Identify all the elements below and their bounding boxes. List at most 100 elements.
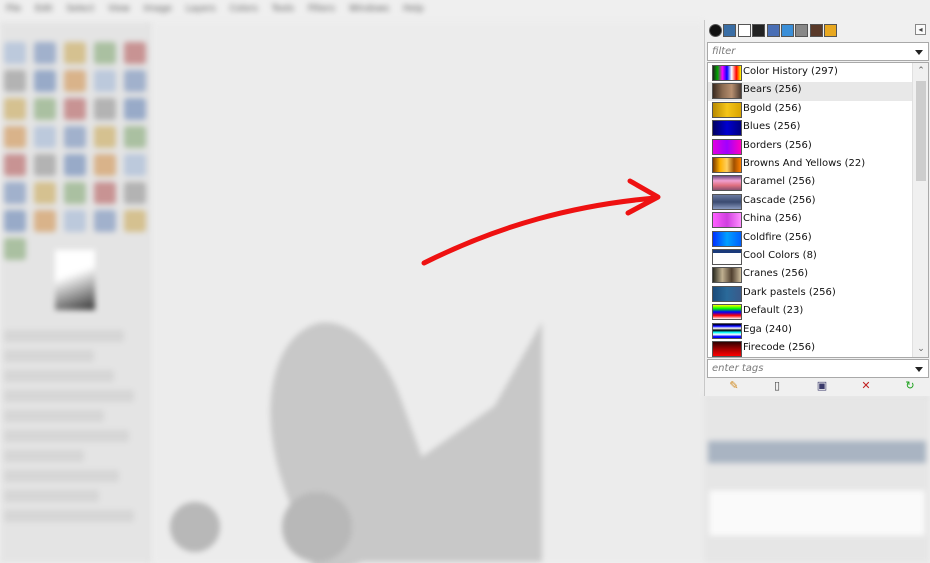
tool-button[interactable] [34,126,56,148]
tags-combo[interactable]: enter tags [707,359,929,378]
tool-button[interactable] [4,210,26,232]
tool-button[interactable] [34,182,56,204]
gradient-row[interactable]: Borders (256) [708,138,912,156]
tool-button[interactable] [4,70,26,92]
gradient-row[interactable]: Dark pastels (256) [708,285,912,303]
menu-item[interactable]: Help [403,4,424,16]
tool-button[interactable] [64,182,86,204]
menu-item[interactable]: File [6,4,21,16]
tool-button[interactable] [124,154,146,176]
pattern-icon[interactable] [723,24,737,37]
layer-row [708,441,926,463]
gradient-row[interactable]: Ega (240) [708,322,912,340]
tool-button[interactable] [64,210,86,232]
tool-preset-icon[interactable] [766,24,780,37]
gradient-row[interactable]: Bears (256) [708,82,912,101]
tool-button[interactable] [94,42,116,64]
tool-button[interactable] [34,70,56,92]
tool-button[interactable] [124,182,146,204]
menu-item[interactable]: Windows [349,4,389,16]
gradient-label: Borders (256) [743,139,812,151]
duplicate-gradient-icon[interactable]: ▣ [815,379,829,393]
tool-button[interactable] [124,210,146,232]
tool-button[interactable] [124,98,146,120]
tool-button[interactable] [124,70,146,92]
tool-button[interactable] [4,238,26,260]
gradient-row[interactable]: Blues (256) [708,119,912,137]
gradient-label: Firecode (256) [743,342,816,353]
refresh-gradients-icon[interactable]: ↻ [903,379,917,393]
screen: File Edit Select View Image Layers Colors Tools… [0,0,930,563]
gradient-row[interactable]: Cascade (256) [708,193,912,211]
wilber-eye [170,502,220,552]
gradient-row[interactable]: China (256) [708,211,912,229]
scroll-up-icon[interactable]: ⌃ [917,67,925,76]
tool-button[interactable] [64,154,86,176]
tool-button[interactable] [124,42,146,64]
tool-button[interactable] [4,126,26,148]
tool-button[interactable] [94,70,116,92]
filter-combo[interactable]: filter [707,42,929,61]
delete-gradient-icon[interactable]: ✕ [859,379,873,393]
menu-item[interactable]: Image [144,4,172,16]
dynamics-icon[interactable] [781,24,794,37]
gradient-icon[interactable] [795,24,809,37]
gradient-swatch [712,322,742,339]
gradient-row[interactable]: Firecode (256) [708,340,912,357]
gradients-dock: ◂ filter Color History (297) Bears (256) B… [704,20,930,396]
tool-button[interactable] [34,98,56,120]
brush-circle-icon[interactable] [709,24,722,37]
gradient-label: Ega (240) [743,323,792,335]
menu-item[interactable]: View [108,4,129,16]
dock-tab-bar [705,22,930,42]
tool-button[interactable] [124,126,146,148]
gradient-row[interactable]: Coldfire (256) [708,230,912,248]
menu-item[interactable]: Select [67,4,95,16]
menu-item[interactable]: Edit [35,4,52,16]
tool-button[interactable] [94,126,116,148]
scroll-down-icon[interactable]: ⌄ [917,345,925,354]
edit-gradient-icon[interactable]: ✎ [727,379,741,393]
tool-button[interactable] [4,182,26,204]
tool-button[interactable] [64,42,86,64]
tool-button[interactable] [94,98,116,120]
gradient-row[interactable]: Cranes (256) [708,266,912,284]
tool-button[interactable] [94,182,116,204]
tool-button[interactable] [64,126,86,148]
menu-item[interactable]: Layers [186,4,216,16]
dock-menu-button[interactable]: ◂ [915,24,926,35]
gradient-row[interactable]: Browns And Yellows (22) [708,156,912,174]
menu-item[interactable]: Filters [308,4,335,16]
palette-icon[interactable] [752,24,766,37]
scrollbar-thumb[interactable] [916,81,926,181]
tool-button[interactable] [64,98,86,120]
tool-button[interactable] [4,42,26,64]
tool-button[interactable] [34,154,56,176]
gradient-label: China (256) [743,213,802,225]
tool-button[interactable] [4,98,26,120]
gradient-row[interactable]: Default (23) [708,303,912,321]
gradient-row[interactable]: Caramel (256) [708,174,912,192]
tool-button[interactable] [4,154,26,176]
gradient-label: Color History (297) [743,66,838,77]
tags-input[interactable]: enter tags [712,363,763,374]
gradient-row[interactable]: Bgold (256) [708,101,912,119]
tool-button[interactable] [94,154,116,176]
menu-item[interactable]: Colors [230,4,258,16]
chevron-down-icon[interactable] [915,50,923,55]
gradient-row[interactable]: Color History (297) [708,64,912,82]
tool-button[interactable] [64,70,86,92]
tool-button[interactable] [94,210,116,232]
document-history-icon[interactable] [824,24,838,37]
new-gradient-icon[interactable]: ▯ [770,379,784,393]
image-icon[interactable] [809,24,823,37]
chevron-down-icon[interactable] [915,367,923,372]
gradient-row[interactable]: Cool Colors (8) [708,248,912,266]
gradient-swatch [712,230,742,247]
menu-item[interactable]: Tools [272,4,294,16]
tool-button[interactable] [34,210,56,232]
tool-button[interactable] [34,42,56,64]
font-icon[interactable] [737,24,751,37]
scrollbar[interactable]: ⌃ ⌄ [912,63,928,357]
filter-input[interactable]: filter [712,46,735,57]
